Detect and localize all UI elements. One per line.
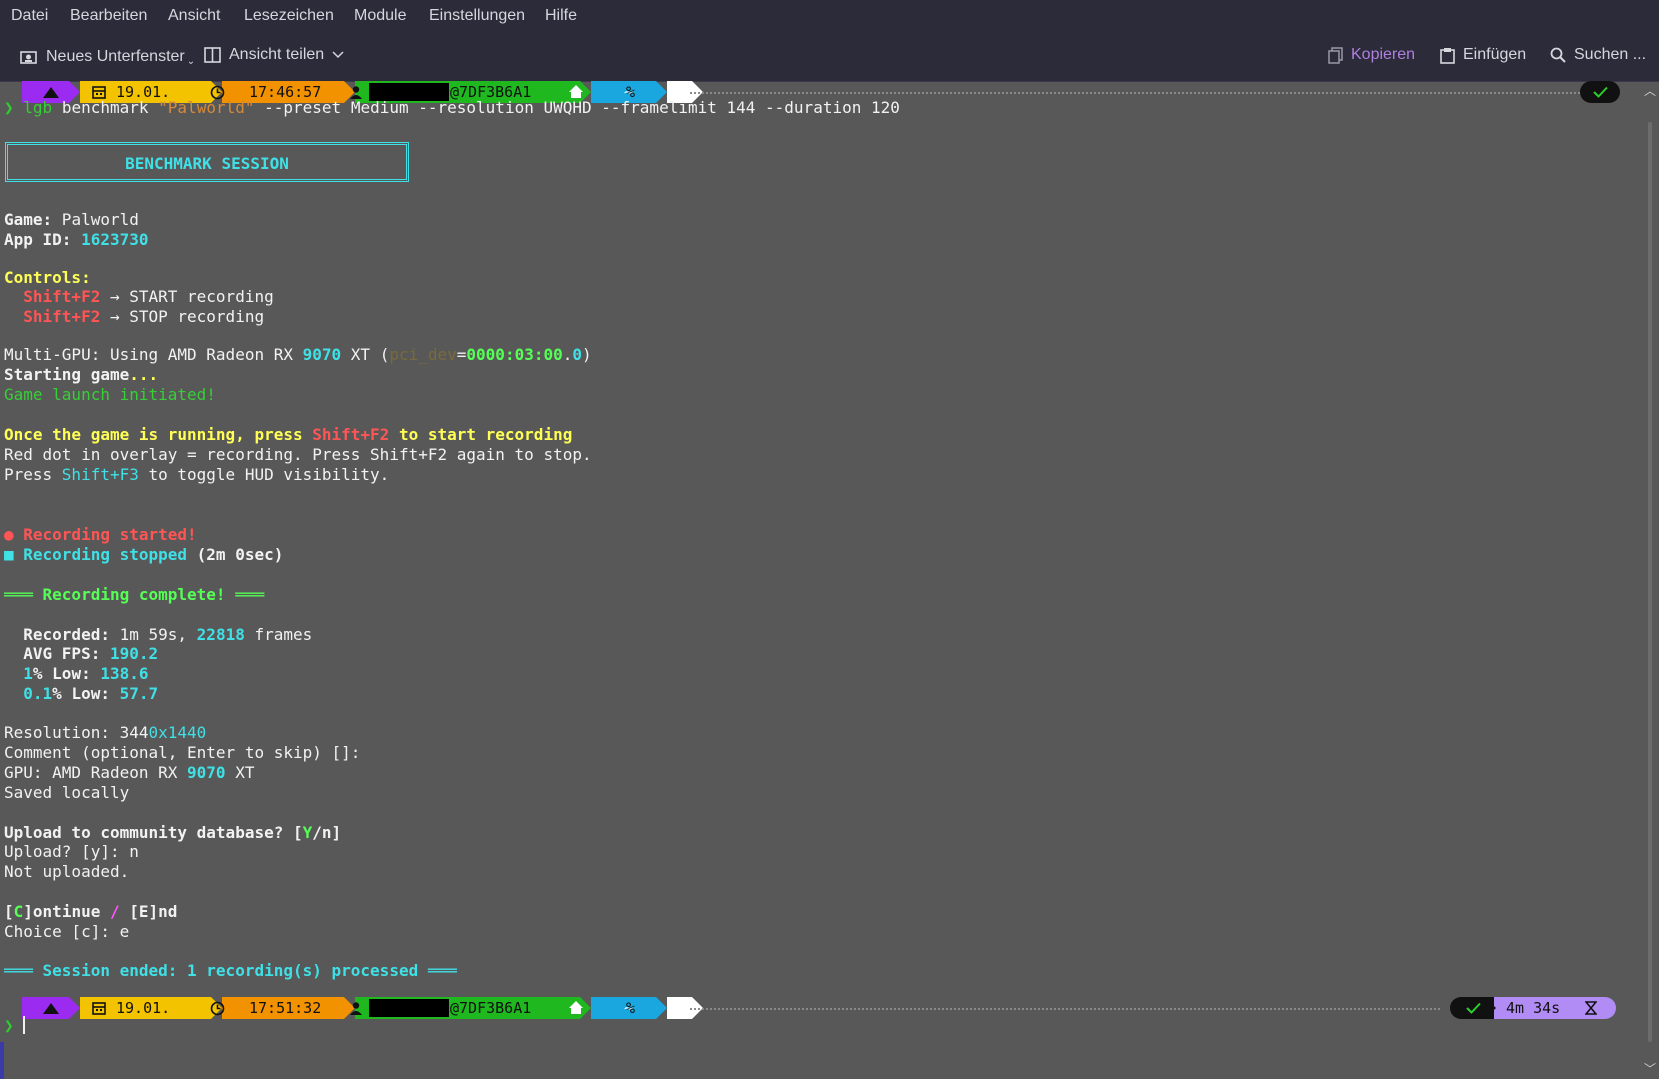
duration-text: 4m 34s	[1506, 999, 1561, 1017]
scroll-down-icon[interactable]: ﹀	[1644, 1060, 1656, 1077]
os-logo-icon	[43, 1003, 59, 1014]
menu-module[interactable]: Module	[354, 7, 406, 25]
menu-datei[interactable]: Datei	[11, 7, 48, 25]
new-tab-button[interactable]: Neues Unterfenster ⌄	[20, 46, 195, 67]
upload-answer: Upload? [y]: n	[4, 842, 139, 861]
status-ok-badge	[1580, 81, 1620, 103]
controls-heading: Controls:	[4, 268, 91, 287]
chevron-down-icon: ⌄	[186, 56, 196, 67]
hourglass-icon	[1585, 1001, 1597, 1015]
check-icon	[1593, 86, 1608, 98]
search-label: Suchen ...	[1574, 46, 1647, 63]
prompt-sign: %	[626, 999, 636, 1017]
starting-line: Starting game...	[4, 365, 159, 384]
continue-end-line: [C]ontinue / [E]nd	[4, 902, 178, 921]
stat-01-low: 0.1% Low: 57.7	[23, 684, 159, 703]
recording-started-line: ● Recording started!	[4, 525, 197, 544]
menu-einstellungen[interactable]: Einstellungen	[429, 7, 525, 25]
multigpu-line: Multi-GPU: Using AMD Radeon RX 9070 XT (…	[4, 345, 592, 364]
home-icon	[569, 85, 583, 98]
search-icon	[1550, 47, 1566, 63]
session-banner: BENCHMARK SESSION	[5, 142, 409, 182]
control-stop: Shift+F2 → STOP recording	[23, 307, 265, 326]
gpu-line: GPU: AMD Radeon RX 9070 XT	[4, 763, 255, 782]
home-icon	[569, 1001, 583, 1014]
comment-line: Comment (optional, Enter to skip) []:	[4, 743, 361, 762]
prompt-date: 19.01.	[116, 999, 171, 1017]
paste-label: Einfügen	[1463, 46, 1527, 63]
once-line: Once the game is running, press Shift+F2…	[4, 425, 573, 444]
not-uploaded-line: Not uploaded.	[4, 862, 130, 881]
chevron-down-icon	[332, 51, 344, 59]
prompt-chevron: ❯	[4, 1016, 14, 1035]
split-view-label: Ansicht teilen	[229, 46, 325, 63]
control-start: Shift+F2 → START recording	[23, 287, 274, 306]
copy-icon	[1328, 46, 1343, 64]
marker-bar	[0, 1042, 4, 1079]
prompt-host: @7DF3B6A1	[450, 999, 532, 1017]
recording-stopped-line: ■ Recording stopped (2m 0sec)	[4, 545, 284, 564]
scroll-thumb[interactable]	[1648, 122, 1652, 1042]
redacted-username	[369, 999, 449, 1017]
split-view-icon	[204, 47, 221, 63]
search-button[interactable]: Suchen ...	[1550, 46, 1646, 64]
hud-line: Press Shift+F3 to toggle HUD visibility.	[4, 465, 390, 484]
session-ended-line: ═══ Session ended: 1 recording(s) proces…	[4, 961, 457, 980]
terminal-scrollbar[interactable]: ︿ ﹀	[1640, 82, 1659, 1079]
prompt-chevron: ❯	[4, 98, 14, 117]
reddot-line: Red dot in overlay = recording. Press Sh…	[4, 445, 592, 464]
calendar-icon	[92, 1002, 106, 1015]
scroll-up-icon[interactable]: ︿	[1644, 82, 1656, 99]
new-tab-icon	[20, 50, 37, 64]
calendar-icon	[92, 86, 106, 99]
user-icon	[350, 86, 362, 99]
copy-button[interactable]: Kopieren	[1328, 46, 1415, 64]
menu-hilfe[interactable]: Hilfe	[545, 7, 577, 25]
user-icon	[350, 1002, 362, 1015]
recording-complete-line: ═══ Recording complete! ═══	[4, 585, 265, 604]
command-line: ❯ lgb benchmark "Palworld" --preset Medi…	[4, 98, 900, 117]
game-line: Game: Palworld	[4, 210, 139, 229]
input-line[interactable]: ❯	[4, 1016, 26, 1036]
text-cursor	[23, 1016, 26, 1034]
duration-badge: 4m 34s	[1494, 997, 1616, 1019]
menu-bearbeiten[interactable]: Bearbeiten	[70, 7, 147, 25]
terminal-view[interactable]: 19.01. 17:46:57 @7DF3B6A1 ~ % ❯ lgb benc…	[0, 81, 1640, 1079]
paste-button[interactable]: Einfügen	[1440, 46, 1526, 64]
menu-bar: Datei Bearbeiten Ansicht Lesezeichen Mod…	[0, 0, 1659, 33]
appid-line: App ID: 1623730	[4, 230, 149, 249]
copy-label: Kopieren	[1351, 46, 1416, 63]
menu-ansicht[interactable]: Ansicht	[168, 7, 220, 25]
prompt-time: 17:51:32	[249, 999, 322, 1017]
clock-icon	[210, 1001, 225, 1016]
choice-line: Choice [c]: e	[4, 922, 130, 941]
saved-line: Saved locally	[4, 783, 130, 802]
new-tab-label: Neues Unterfenster	[46, 47, 185, 65]
upload-question: Upload to community database? [Y/n]	[4, 823, 342, 842]
menu-lesezeichen[interactable]: Lesezeichen	[244, 7, 334, 25]
launch-line: Game launch initiated!	[4, 385, 216, 404]
resolution-line: Resolution: 3440x1440	[4, 723, 207, 742]
os-logo-icon	[43, 87, 59, 98]
paste-icon	[1440, 47, 1455, 64]
stat-1-low: 1% Low: 138.6	[23, 664, 149, 683]
stat-avg-fps: AVG FPS: 190.2	[23, 644, 159, 663]
split-view-button[interactable]: Ansicht teilen	[204, 46, 344, 64]
stat-recorded: Recorded: 1m 59s, 22818 frames	[23, 625, 313, 644]
toolbar: Neues Unterfenster ⌄ Ansicht teilen Kopi…	[0, 33, 1659, 82]
